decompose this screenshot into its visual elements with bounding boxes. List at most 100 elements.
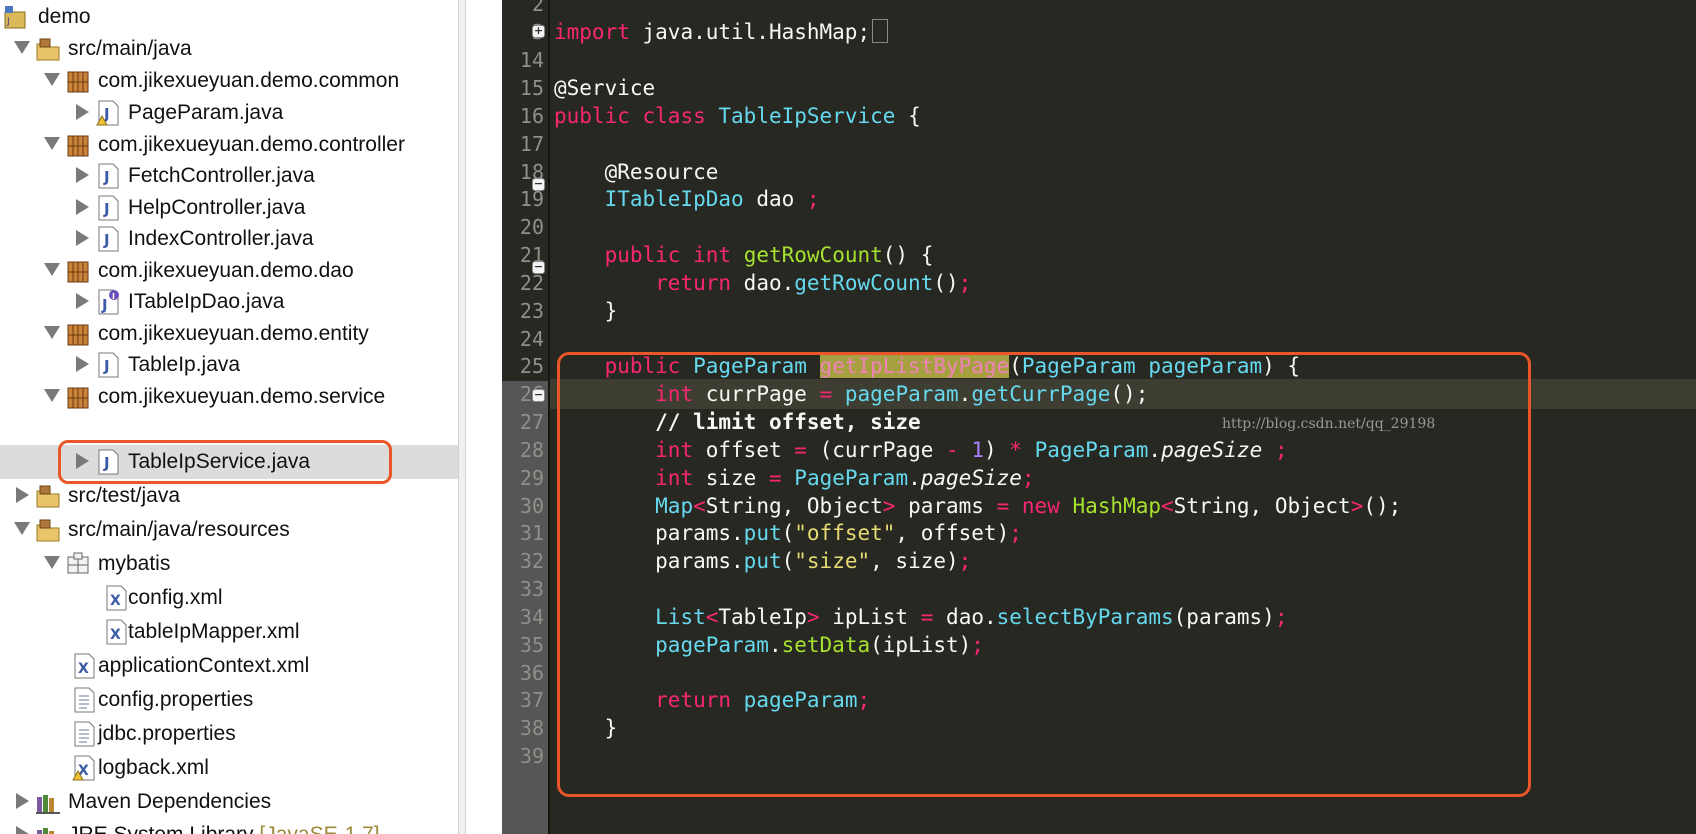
punct: ; <box>1009 521 1022 545</box>
svg-text:I: I <box>112 292 115 301</box>
expand-arrow-icon[interactable] <box>76 230 89 246</box>
tree-row-maven-dependencies[interactable]: Maven Dependencies <box>0 785 458 819</box>
comment: // limit offset, size <box>655 410 921 434</box>
keyword: class <box>642 104 706 128</box>
type: String <box>1173 494 1250 518</box>
tree-row-helpcontroller-java[interactable]: J HelpController.java <box>0 191 458 225</box>
string: "size" <box>794 549 871 573</box>
tree-label: PageParam.java <box>128 101 284 124</box>
code-line: import java.util.HashMap; <box>554 17 889 47</box>
tree-row-logback-xml[interactable]: X logback.xml <box>0 751 458 785</box>
expand-arrow-icon[interactable] <box>76 356 89 372</box>
collapse-fold-icon[interactable]: − <box>532 389 545 402</box>
tree-row-tableipmapper-xml[interactable]: X tableIpMapper.xml <box>0 615 458 649</box>
tree-row-jre-system-library[interactable]: JRE System Library [JavaSE-1.7] <box>0 818 458 834</box>
collapse-fold-icon[interactable]: − <box>532 178 545 191</box>
collapse-arrow-icon[interactable] <box>44 389 60 402</box>
editor-margin <box>466 0 502 834</box>
identifier: params <box>655 549 732 573</box>
tree-label: config.xml <box>128 586 223 609</box>
identifier: params <box>908 494 984 518</box>
code-line: return pageParam; <box>554 685 870 715</box>
code-editor[interactable]: 2 3 14 15 16 17 18 19 20 21 22 23 24 25 … <box>502 0 1696 834</box>
collapse-arrow-icon[interactable] <box>14 41 30 54</box>
expand-arrow-icon[interactable] <box>76 167 89 183</box>
expand-arrow-icon[interactable] <box>16 826 29 834</box>
keyword: return <box>655 271 732 295</box>
tree-row-pageparam-java[interactable]: J PageParam.java <box>0 96 458 130</box>
code-line: pageParam.setData(ipList); <box>655 633 984 657</box>
expand-arrow-icon[interactable] <box>76 104 89 120</box>
tree-row-package-service[interactable]: com.jikexueyuan.demo.service <box>0 380 458 414</box>
tree-row-src-main-java-resources[interactable]: src/main/java/resources <box>0 513 458 547</box>
code-line: params.put("size", size); <box>655 549 972 573</box>
tree-row-applicationcontext-xml[interactable]: X applicationContext.xml <box>0 649 458 683</box>
collapse-fold-icon[interactable]: − <box>532 261 545 274</box>
tree-row-demo[interactable]: J demo <box>0 0 458 34</box>
tree-row-config-properties[interactable]: config.properties <box>0 683 458 717</box>
expand-arrow-icon[interactable] <box>16 487 29 503</box>
tree-label: src/main/java/resources <box>68 518 290 541</box>
java-project-icon: J <box>4 6 26 29</box>
tree-row-config-xml[interactable]: X config.xml <box>0 581 458 615</box>
operator: - <box>946 438 959 462</box>
tree-row-src-test-java[interactable]: src/test/java <box>0 479 458 513</box>
tree-row-tableip-java[interactable]: J TableIp.java <box>0 348 458 382</box>
tree-row-indexcontroller-java[interactable]: J IndexController.java <box>0 222 458 256</box>
identifier: currPage <box>705 382 807 406</box>
line-number: 20 <box>519 215 544 239</box>
tree-row-package-entity[interactable]: com.jikexueyuan.demo.entity <box>0 317 458 351</box>
collapse-arrow-icon[interactable] <box>44 556 60 569</box>
collapse-arrow-icon[interactable] <box>14 522 30 535</box>
collapse-arrow-icon[interactable] <box>44 263 60 276</box>
code-line: } <box>554 296 618 326</box>
expand-arrow-icon[interactable] <box>76 199 89 215</box>
keyword: import <box>554 20 630 44</box>
svg-text:J: J <box>103 357 110 375</box>
library-name: JRE System Library <box>68 823 254 834</box>
keyword: public <box>604 243 681 267</box>
expand-arrow-icon[interactable] <box>16 793 29 809</box>
operator: = <box>996 494 1010 518</box>
expand-arrow-icon[interactable] <box>76 293 89 309</box>
method-call: selectByParams <box>996 605 1174 629</box>
tree-row-src-main-java[interactable]: src/main/java <box>0 32 458 66</box>
operator: = <box>794 438 807 462</box>
code-line: public int getRowCount() { <box>554 240 934 270</box>
tree-row-jdbc-properties[interactable]: jdbc.properties <box>0 717 458 751</box>
tree-row-package-common[interactable]: com.jikexueyuan.demo.common <box>0 64 458 98</box>
static-field: pageSize <box>920 466 1022 490</box>
code-line: // limit offset, size <box>554 407 921 437</box>
code-line: public class TableIpService { <box>554 101 921 131</box>
tree-label: com.jikexueyuan.demo.dao <box>98 259 354 282</box>
punct: ; <box>1021 466 1035 490</box>
type: Object <box>1274 494 1351 518</box>
collapsed-import-marker[interactable] <box>872 19 889 43</box>
java-interface-file-icon: JI <box>98 289 119 315</box>
code-line: List<TableIp> ipList = dao.selectByParam… <box>655 605 1288 629</box>
collapse-arrow-icon[interactable] <box>44 326 60 339</box>
expand-fold-icon[interactable]: + <box>532 25 545 38</box>
library-icon <box>37 828 54 834</box>
tree-row-package-controller[interactable]: com.jikexueyuan.demo.controller <box>0 128 458 162</box>
tree-row-package-dao[interactable]: com.jikexueyuan.demo.dao <box>0 254 458 288</box>
tree-row-mybatis[interactable]: mybatis <box>0 547 458 581</box>
tree-label: applicationContext.xml <box>98 654 310 677</box>
identifier: size <box>895 549 946 573</box>
tree-row-fetchcontroller-java[interactable]: J FetchController.java <box>0 159 458 193</box>
punct: { <box>920 243 934 267</box>
punct: ; <box>857 688 871 712</box>
collapse-arrow-icon[interactable] <box>44 73 60 86</box>
keyword: public <box>554 104 630 128</box>
keyword: new <box>1021 494 1060 518</box>
svg-text:X: X <box>110 593 121 609</box>
tree-row-itableipdao-java[interactable]: JI ITableIpDao.java <box>0 285 458 319</box>
punct: ; <box>794 187 820 211</box>
source-folder-icon <box>36 485 60 508</box>
type: String <box>705 494 782 518</box>
line-number: 15 <box>519 76 544 100</box>
view-sash[interactable] <box>458 0 466 834</box>
line-number: 30 <box>519 494 544 518</box>
tree-label: jdbc.properties <box>98 722 236 745</box>
collapse-arrow-icon[interactable] <box>44 137 60 150</box>
